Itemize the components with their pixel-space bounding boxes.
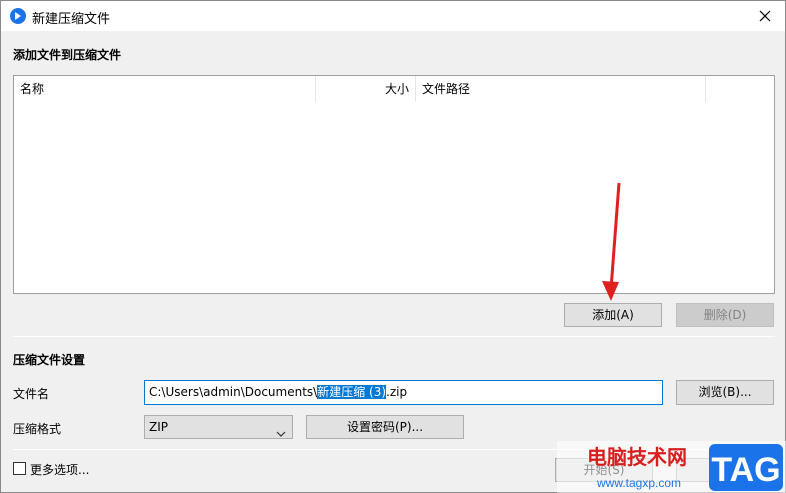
start-button[interactable]: 开始(S): [555, 458, 653, 482]
window-title: 新建压缩文件: [32, 12, 111, 27]
filename-selected-text: 新建压缩 (3): [317, 385, 387, 399]
filename-suffix: .zip: [386, 385, 408, 399]
new-archive-dialog: 新建压缩文件 添加文件到压缩文件 名称 大小 文件路径 添加(A) 删除(D) …: [0, 0, 786, 493]
delete-button[interactable]: 删除(D): [676, 303, 774, 327]
close-icon: [759, 10, 771, 22]
format-select[interactable]: ZIP: [144, 415, 293, 439]
close-button[interactable]: [745, 1, 785, 31]
column-path[interactable]: 文件路径: [416, 76, 706, 102]
separator: [13, 336, 775, 337]
file-list[interactable]: 名称 大小 文件路径: [13, 75, 775, 294]
app-logo-icon: [10, 8, 26, 24]
filename-prefix: C:\Users\admin\Documents\: [149, 385, 318, 399]
browse-button[interactable]: 浏览(B)...: [676, 380, 774, 405]
cancel-button[interactable]: 取消: [676, 458, 774, 482]
file-list-header: 名称 大小 文件路径: [14, 76, 774, 102]
add-button[interactable]: 添加(A): [564, 303, 662, 327]
format-value: ZIP: [149, 420, 168, 434]
more-options-label[interactable]: 更多选项...: [30, 461, 89, 478]
add-files-section-title: 添加文件到压缩文件: [13, 48, 122, 62]
column-size[interactable]: 大小: [316, 76, 416, 102]
filename-input[interactable]: C:\Users\admin\Documents\新建压缩 (3).zip: [144, 380, 663, 405]
title-bar: 新建压缩文件: [1, 1, 785, 31]
column-name[interactable]: 名称: [14, 76, 316, 102]
set-password-button[interactable]: 设置密码(P)...: [306, 415, 464, 439]
format-label: 压缩格式: [13, 422, 62, 436]
filename-label: 文件名: [13, 387, 50, 401]
chevron-down-icon: [276, 423, 286, 445]
separator: [13, 449, 775, 450]
more-options-checkbox[interactable]: [13, 462, 26, 475]
settings-section-title: 压缩文件设置: [13, 353, 86, 367]
